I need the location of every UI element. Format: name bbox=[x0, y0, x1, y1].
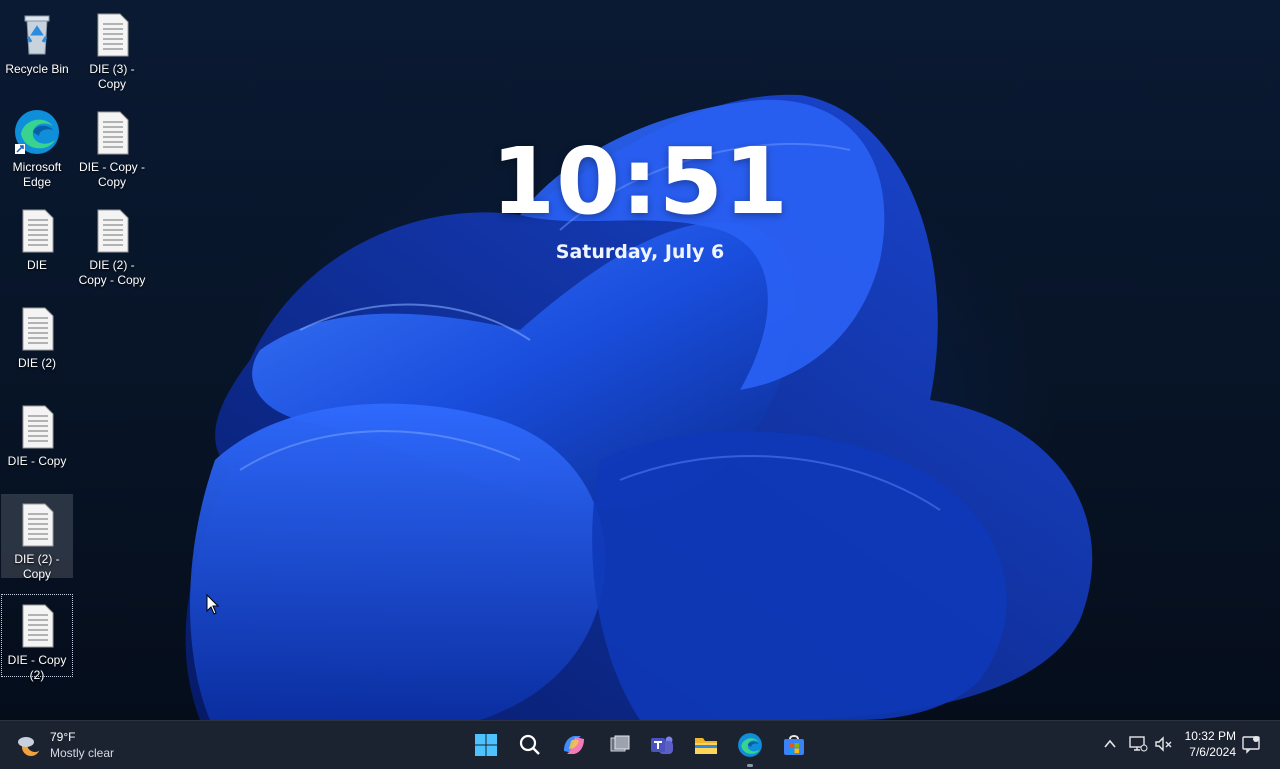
volume-button[interactable] bbox=[1153, 733, 1175, 755]
text-file-icon bbox=[97, 209, 129, 253]
desktop-icon-label: DIE (2) bbox=[17, 356, 56, 370]
taskbar-date: 7/6/2024 bbox=[1189, 745, 1236, 759]
start-icon bbox=[475, 734, 497, 756]
edge-taskbar-button[interactable] bbox=[734, 729, 766, 767]
weather-widget[interactable]: 79°F Mostly clear bbox=[14, 728, 134, 762]
running-app-indicator bbox=[747, 764, 753, 767]
search-icon bbox=[519, 734, 540, 755]
microsoft-store-button[interactable] bbox=[778, 729, 810, 761]
desktop-icon-die-2[interactable]: DIE (2) bbox=[1, 298, 73, 388]
desktop-icon-label: DIE (3) - Copy bbox=[89, 62, 135, 91]
desktop-icon-label: Microsoft Edge bbox=[12, 160, 62, 189]
desktop-icon-label: DIE - Copy (2) bbox=[7, 653, 67, 682]
show-hidden-icons-button[interactable] bbox=[1099, 733, 1121, 755]
edge-icon bbox=[15, 110, 59, 154]
text-file-icon bbox=[97, 111, 129, 155]
copilot-button[interactable] bbox=[558, 729, 590, 761]
lock-clock-time: 10:51 bbox=[491, 128, 789, 235]
desktop-icon-die[interactable]: DIE bbox=[1, 200, 73, 290]
text-file-icon bbox=[22, 307, 54, 351]
desktop-wallpaper bbox=[0, 0, 1280, 720]
start-button[interactable] bbox=[470, 729, 502, 761]
moon-cloud-icon bbox=[18, 736, 42, 756]
task-view-button[interactable] bbox=[604, 729, 636, 761]
task-view-icon bbox=[610, 735, 630, 752]
desktop-icon-label: DIE (2) - Copy bbox=[14, 552, 60, 581]
volume-muted-icon bbox=[1155, 736, 1172, 752]
notifications-button[interactable] bbox=[1240, 733, 1262, 755]
network-status-button[interactable] bbox=[1127, 733, 1149, 755]
edge-icon bbox=[738, 733, 762, 757]
desktop-icon-label: Recycle Bin bbox=[5, 62, 69, 76]
bloom-wallpaper-art bbox=[185, 94, 1093, 720]
taskbar-time: 10:32 PM bbox=[1184, 729, 1236, 743]
file-explorer-icon bbox=[695, 738, 717, 754]
microsoft-store-icon bbox=[784, 735, 804, 755]
mouse-cursor-icon bbox=[206, 594, 220, 615]
recycle-bin-icon bbox=[24, 15, 50, 55]
text-file-icon bbox=[22, 503, 54, 547]
notification-icon bbox=[1242, 736, 1260, 754]
weather-condition: Mostly clear bbox=[50, 746, 115, 760]
text-file-icon bbox=[97, 13, 129, 57]
text-file-icon bbox=[22, 209, 54, 253]
desktop-icon-microsoft-edge[interactable]: Microsoft Edge bbox=[1, 102, 73, 192]
taskbar-clock[interactable]: 10:32 PM 7/6/2024 bbox=[1185, 728, 1236, 760]
file-explorer-button[interactable] bbox=[690, 729, 722, 761]
weather-temperature: 79°F bbox=[50, 730, 76, 744]
desktop-icon-die-copy-copy[interactable]: DIE - Copy - Copy bbox=[76, 102, 148, 192]
chevron-up-icon bbox=[1104, 739, 1116, 748]
teams-icon bbox=[651, 736, 673, 754]
taskbar: 79°F Mostly clear 10:32 PM 7/6/2024 bbox=[0, 720, 1280, 769]
desktop-icon-die-copy[interactable]: DIE - Copy bbox=[1, 396, 73, 486]
desktop-icon-die-copy-2[interactable]: DIE - Copy (2) bbox=[1, 594, 73, 682]
desktop-icon-label: DIE - Copy bbox=[7, 454, 67, 468]
desktop-icon-label: DIE - Copy - Copy bbox=[78, 160, 145, 189]
text-file-icon bbox=[22, 405, 54, 449]
search-button[interactable] bbox=[514, 729, 546, 761]
desktop-icon-recycle-bin[interactable]: Recycle Bin bbox=[1, 4, 73, 94]
text-file-icon bbox=[22, 604, 54, 648]
lock-clock-date: Saturday, July 6 bbox=[555, 241, 725, 263]
desktop-icon-label: DIE bbox=[26, 258, 47, 272]
copilot-icon bbox=[564, 736, 584, 754]
teams-button[interactable] bbox=[646, 729, 678, 761]
network-icon bbox=[1129, 736, 1148, 752]
desktop-icon-die-2-copy-copy[interactable]: DIE (2) - Copy - Copy bbox=[76, 200, 148, 290]
desktop-icon-die-3-copy[interactable]: DIE (3) - Copy bbox=[76, 4, 148, 94]
desktop-icon-label: DIE (2) - Copy - Copy bbox=[78, 258, 146, 287]
desktop-icon-die-2-copy[interactable]: DIE (2) - Copy bbox=[1, 494, 73, 581]
